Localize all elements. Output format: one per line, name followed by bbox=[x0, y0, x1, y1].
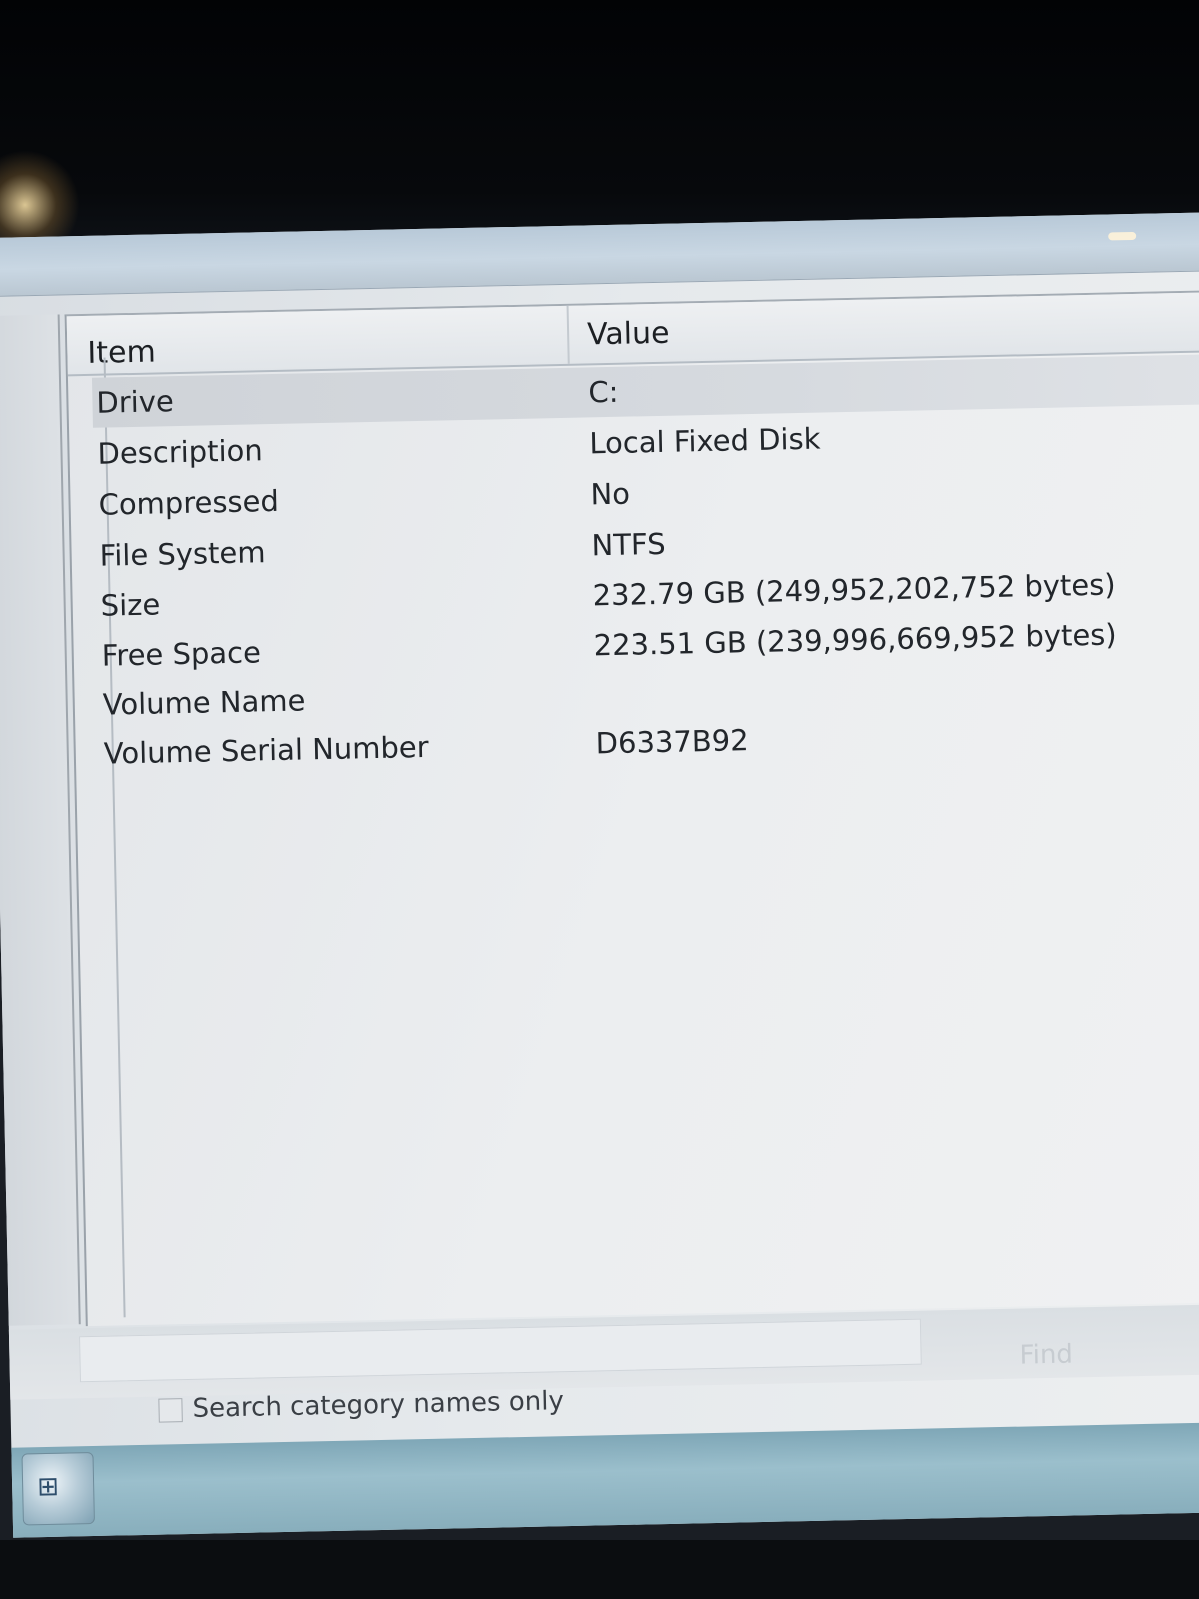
row-value: 232.79 GB (249,952,202,752 bytes) bbox=[592, 567, 1116, 613]
search-category-checkbox[interactable] bbox=[158, 1398, 183, 1423]
monitor-bezel bbox=[0, 1540, 1199, 1599]
row-item: Size bbox=[100, 587, 161, 623]
search-category-label: Search category names only bbox=[192, 1386, 565, 1424]
row-item: File System bbox=[99, 535, 266, 573]
row-value: NTFS bbox=[591, 526, 666, 563]
start-button[interactable]: ⊞ bbox=[21, 1452, 95, 1526]
find-what-input[interactable] bbox=[79, 1318, 922, 1383]
search-category-option[interactable]: Search category names only bbox=[158, 1386, 564, 1431]
column-header-item[interactable]: Item bbox=[87, 334, 156, 370]
details-list: Item Value Drive C: Description Local Fi… bbox=[64, 289, 1199, 1327]
row-item: Volume Serial Number bbox=[103, 729, 429, 771]
window-title-bar bbox=[0, 212, 1199, 297]
row-value: No bbox=[590, 476, 631, 512]
row-value: Local Fixed Disk bbox=[589, 421, 821, 461]
row-item: Free Space bbox=[101, 635, 262, 673]
column-header-value[interactable]: Value bbox=[587, 316, 670, 353]
row-item: Description bbox=[97, 433, 264, 471]
photo-frame: Item Value Drive C: Description Local Fi… bbox=[0, 0, 1199, 1599]
column-divider[interactable] bbox=[566, 305, 570, 364]
taskbar: ⊞ bbox=[11, 1421, 1199, 1538]
row-item: Compressed bbox=[98, 483, 280, 522]
system-information-window: Item Value Drive C: Description Local Fi… bbox=[0, 212, 1199, 1538]
row-item: Volume Name bbox=[102, 683, 306, 722]
row-value: 223.51 GB (239,996,669,952 bytes) bbox=[593, 617, 1117, 663]
windows-logo-icon: ⊞ bbox=[36, 1471, 60, 1503]
row-item: Drive bbox=[96, 384, 175, 420]
row-value: C: bbox=[588, 374, 619, 410]
screen-reflection bbox=[1108, 231, 1137, 241]
find-button[interactable]: Find bbox=[1019, 1339, 1073, 1370]
row-value: D6337B92 bbox=[595, 723, 749, 761]
